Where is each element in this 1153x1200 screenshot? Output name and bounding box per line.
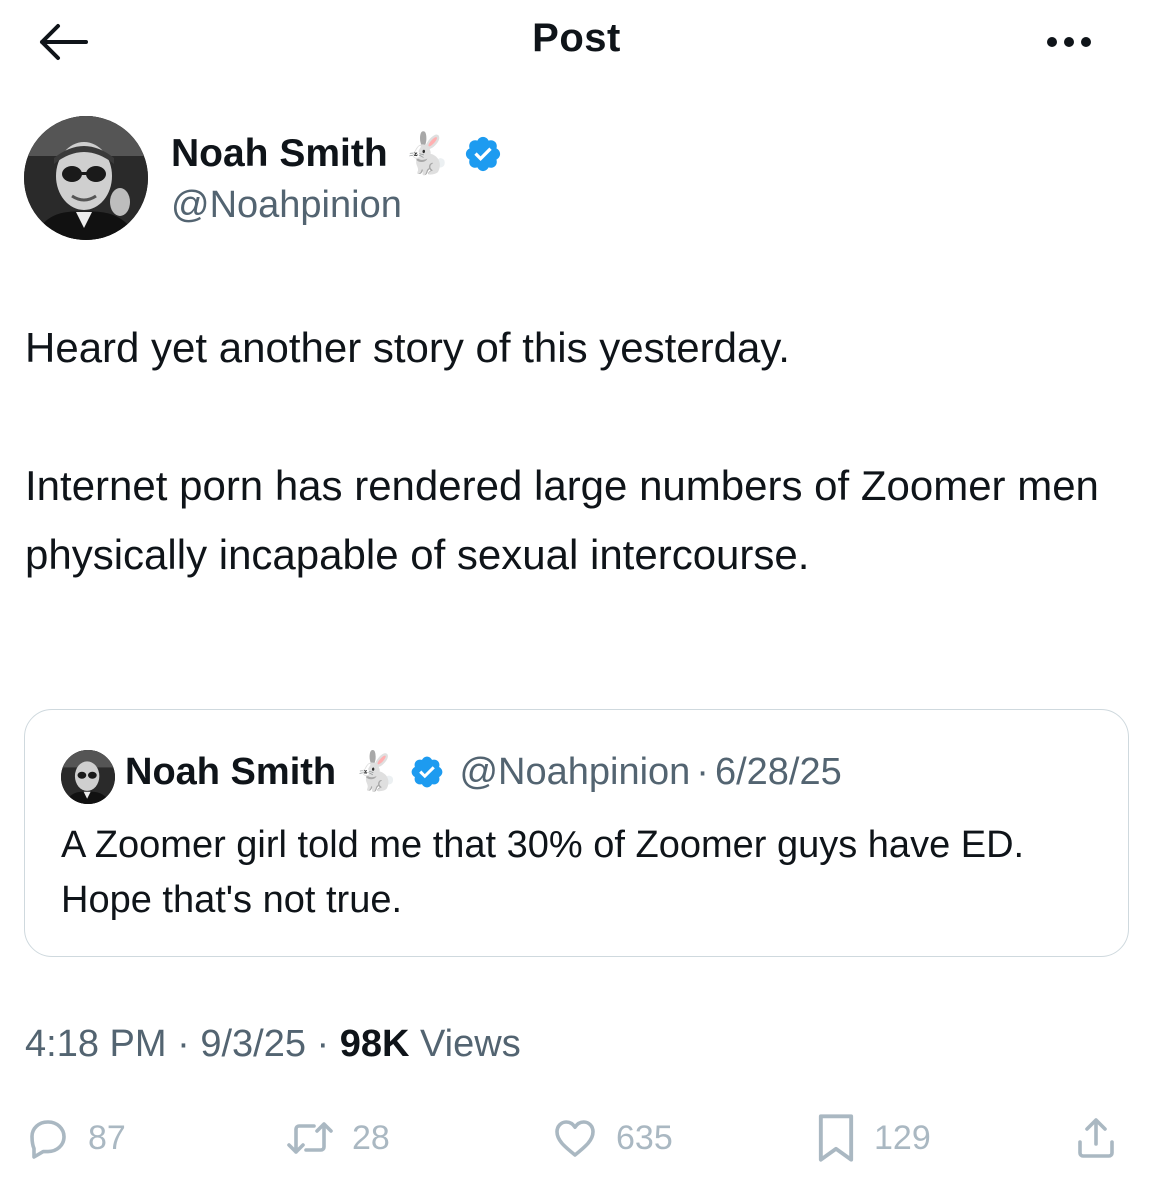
author-avatar[interactable] — [24, 116, 148, 240]
verified-badge-icon — [466, 136, 501, 171]
meta-separator: · — [166, 1023, 201, 1065]
more-dot — [1081, 37, 1091, 47]
reply-icon — [30, 1120, 66, 1159]
more-dot — [1064, 37, 1074, 47]
quoted-post-card[interactable]: Noah Smith 🐇 @Noahpinion · 6/28/25 A Zoo… — [24, 709, 1129, 957]
avatar-image — [24, 116, 148, 240]
quoted-author-name: Noah Smith — [125, 750, 337, 793]
like-button[interactable]: 635 — [550, 1106, 673, 1170]
like-count: 635 — [616, 1118, 673, 1157]
rabbit-emoji: 🐇 — [401, 132, 452, 176]
reply-count: 87 — [88, 1118, 126, 1157]
post-meta: 4:18 PM · 9/3/25 · 98K Views — [25, 1023, 521, 1066]
meta-separator: · — [305, 1023, 340, 1065]
quoted-post-text: A Zoomer girl told me that 30% of Zoomer… — [61, 824, 1025, 921]
bookmark-count: 129 — [874, 1118, 931, 1157]
views-count[interactable]: 98K — [340, 1023, 410, 1065]
quoted-separator: · — [696, 750, 709, 793]
heart-icon — [555, 1120, 595, 1157]
share-button[interactable] — [1072, 1106, 1120, 1170]
page-title: Post — [532, 16, 621, 60]
repost-icon — [287, 1122, 333, 1154]
reply-button[interactable]: 87 — [24, 1106, 126, 1170]
repost-count: 28 — [352, 1118, 390, 1157]
bookmark-button[interactable]: 129 — [814, 1106, 931, 1170]
more-options-button[interactable] — [1041, 24, 1097, 60]
quoted-author-handle: @Noahpinion — [459, 750, 691, 793]
rabbit-emoji: 🐇 — [352, 751, 400, 793]
views-label: Views — [409, 1023, 521, 1065]
post-page: Post Noah Smith 🐇 @Noahpinion Heard yet … — [0, 0, 1153, 1200]
action-bar: 87 28 635 129 — [0, 1106, 1153, 1170]
author-name[interactable]: Noah Smith 🐇 — [171, 130, 503, 177]
post-date: 9/3/25 — [200, 1023, 306, 1065]
author-display-name: Noah Smith — [171, 131, 388, 175]
post-time: 4:18 PM — [25, 1023, 167, 1065]
share-icon — [1078, 1118, 1114, 1158]
repost-button[interactable]: 28 — [284, 1106, 390, 1170]
verified-badge-icon — [412, 756, 443, 788]
post-body: Heard yet another story of this yesterda… — [25, 313, 1125, 589]
quoted-avatar-image — [61, 750, 115, 804]
post-paragraph: Heard yet another story of this yesterda… — [25, 324, 790, 371]
quoted-author-avatar — [61, 750, 115, 804]
top-bar: Post — [0, 0, 1153, 86]
author-handle[interactable]: @Noahpinion — [171, 184, 402, 227]
bookmark-icon — [818, 1114, 854, 1162]
quoted-post-date: 6/28/25 — [714, 750, 842, 793]
quoted-post-header: Noah Smith 🐇 @Noahpinion · 6/28/25 — [125, 750, 842, 794]
more-dots-icon — [1047, 37, 1057, 47]
post-paragraph: Internet porn has rendered large numbers… — [25, 462, 1099, 578]
